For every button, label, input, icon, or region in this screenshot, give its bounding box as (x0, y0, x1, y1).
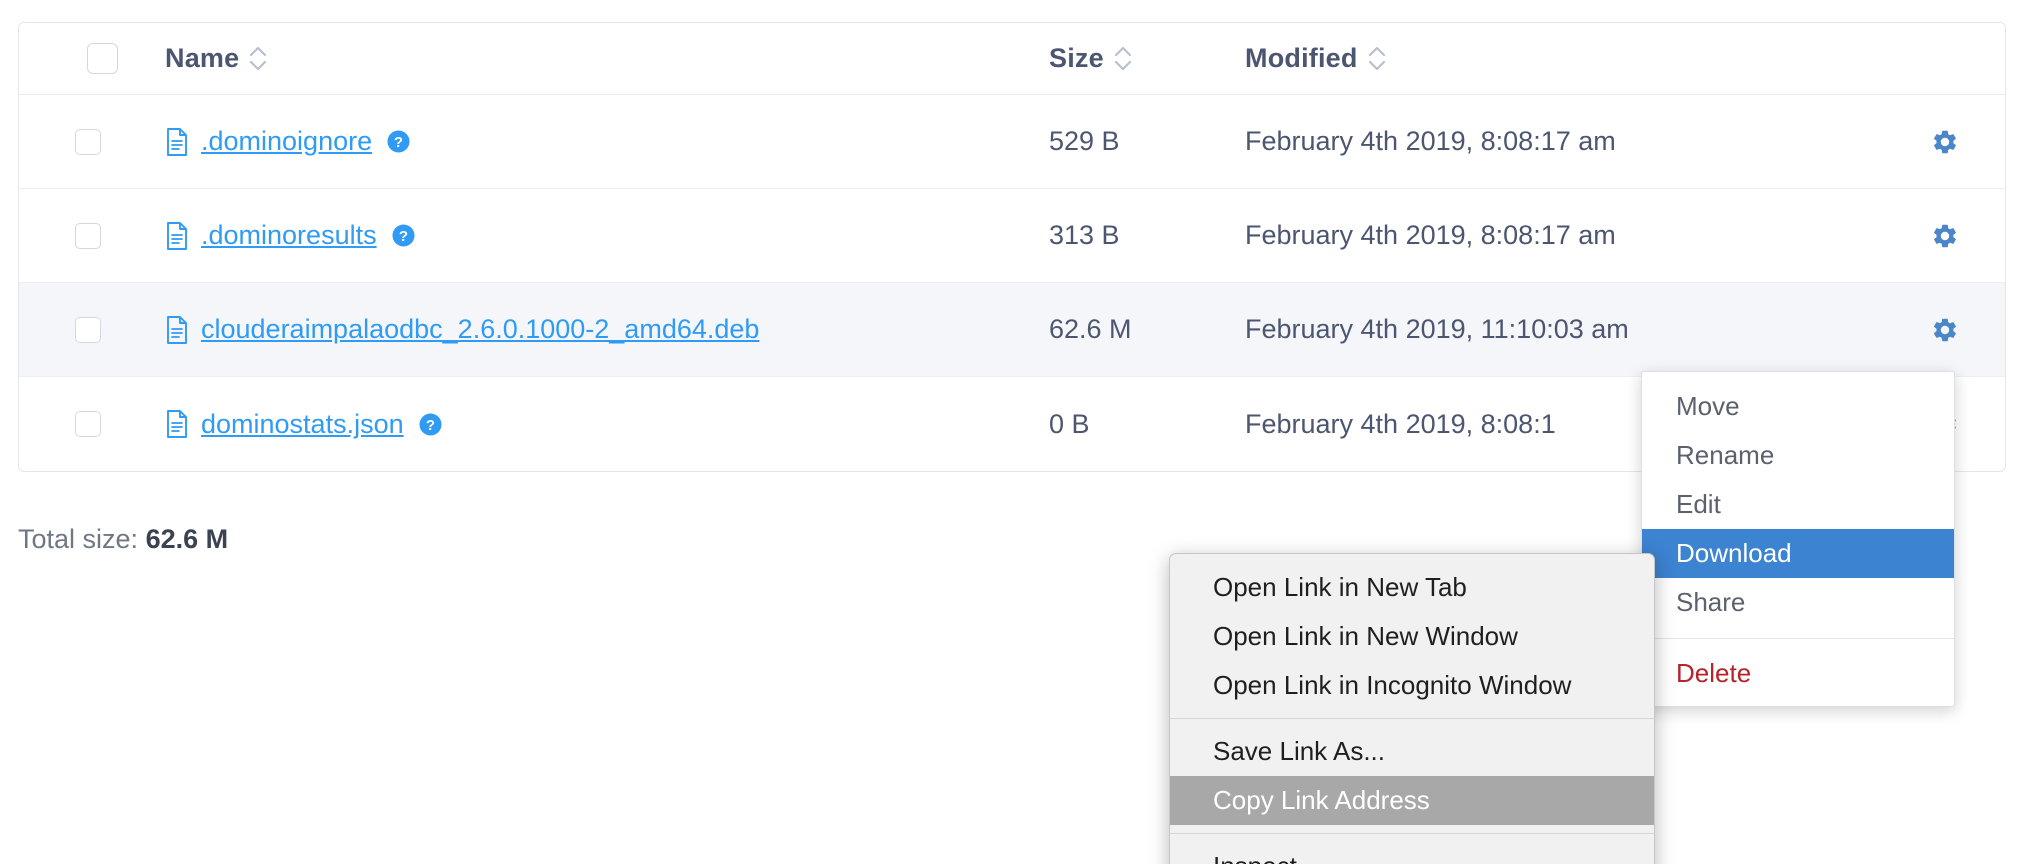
sort-chevrons-icon[interactable] (249, 46, 267, 71)
file-modified-value: February 4th 2019, 8:08:17 am (1245, 126, 1616, 156)
total-size: Total size: 62.6 M (18, 524, 228, 555)
file-name-cell: .dominoresults ? (165, 220, 1049, 251)
file-size-cell: 529 B (1049, 126, 1245, 157)
row-actions-cell (1885, 316, 2005, 344)
file-size-cell: 62.6 M (1049, 314, 1245, 345)
file-document-icon (165, 410, 189, 438)
menu-item-open-link-incognito-window[interactable]: Open Link in Incognito Window (1170, 661, 1654, 710)
row-actions-cell (1885, 128, 2005, 156)
file-name-cell: dominostats.json ? (165, 409, 1049, 440)
file-document-icon (165, 221, 189, 250)
total-size-label: Total size: (18, 524, 146, 554)
row-checkbox[interactable] (75, 316, 101, 343)
column-header-modified-label: Modified (1245, 43, 1358, 73)
file-name-label: .dominoignore (201, 126, 373, 156)
row-checkbox[interactable] (75, 128, 101, 155)
gear-icon[interactable] (1931, 316, 1959, 344)
menu-item-copy-link-address[interactable]: Copy Link Address (1170, 776, 1654, 825)
table-row[interactable]: .dominoignore ? 529 B February 4th 2019,… (19, 95, 2005, 189)
sort-chevrons-icon[interactable] (1114, 46, 1132, 71)
column-header-modified[interactable]: Modified (1245, 43, 1885, 74)
total-size-value: 62.6 M (145, 524, 229, 554)
file-modified-cell: February 4th 2019, 11:10:03 am (1245, 314, 1885, 345)
file-size-value: 62.6 M (1049, 314, 1132, 344)
file-name-label: .dominoresults (201, 220, 377, 250)
gear-icon[interactable] (1931, 128, 1959, 156)
column-header-size-label: Size (1049, 43, 1104, 73)
select-all-checkbox[interactable] (87, 43, 118, 74)
menu-item-open-link-new-window[interactable]: Open Link in New Window (1170, 612, 1654, 661)
row-select-cell (19, 316, 165, 343)
file-modified-cell: February 4th 2019, 8:08:17 am (1245, 220, 1885, 251)
file-modified-value: February 4th 2019, 8:08:1 (1245, 408, 1556, 439)
menu-separator (1170, 718, 1654, 719)
row-checkbox[interactable] (75, 222, 101, 249)
column-header-size[interactable]: Size (1049, 43, 1245, 74)
file-link[interactable]: .dominoresults ? (165, 220, 415, 251)
select-all-cell (19, 43, 165, 74)
file-name-label: dominostats.json (201, 408, 404, 439)
table-row[interactable]: .dominoresults ? 313 B February 4th 2019… (19, 189, 2005, 283)
file-size-value: 0 B (1049, 408, 1090, 439)
file-size-value: 529 B (1049, 126, 1120, 156)
help-circle-icon[interactable]: ? (392, 224, 415, 247)
gear-icon[interactable] (1931, 222, 1959, 250)
help-circle-icon[interactable]: ? (419, 413, 442, 436)
menu-separator (1170, 833, 1654, 834)
file-name-label: clouderaimpalaodbc_2.6.0.1000-2_amd64.de… (201, 314, 760, 344)
file-link[interactable]: dominostats.json ? (165, 409, 442, 440)
row-select-cell (19, 411, 165, 437)
file-actions-context-menu: Move Rename Edit Download Share Delete (1641, 371, 1955, 707)
column-header-name[interactable]: Name (165, 43, 1049, 74)
table-header-row: Name Size Modified (19, 23, 2005, 95)
row-actions-cell (1885, 222, 2005, 250)
menu-item-download[interactable]: Download (1642, 529, 1954, 578)
file-link[interactable]: clouderaimpalaodbc_2.6.0.1000-2_amd64.de… (165, 314, 759, 345)
file-modified-value: February 4th 2019, 8:08:17 am (1245, 220, 1616, 250)
menu-item-share[interactable]: Share (1642, 578, 1954, 627)
menu-item-delete[interactable]: Delete (1642, 649, 1954, 698)
file-size-cell: 0 B (1049, 409, 1245, 440)
menu-item-save-link-as[interactable]: Save Link As... (1170, 727, 1654, 776)
svg-text:?: ? (426, 417, 435, 434)
file-browser-page: Name Size Modified .dominoignore ? 529 B… (0, 0, 2018, 864)
file-document-icon (165, 127, 189, 156)
file-name-cell: .dominoignore ? (165, 126, 1049, 157)
help-circle-icon[interactable]: ? (387, 130, 410, 153)
row-checkbox[interactable] (75, 411, 101, 437)
file-size-value: 313 B (1049, 220, 1120, 250)
menu-item-move[interactable]: Move (1642, 382, 1954, 431)
menu-item-edit[interactable]: Edit (1642, 480, 1954, 529)
table-row[interactable]: clouderaimpalaodbc_2.6.0.1000-2_amd64.de… (19, 283, 2005, 377)
row-select-cell (19, 128, 165, 155)
file-name-cell: clouderaimpalaodbc_2.6.0.1000-2_amd64.de… (165, 314, 1049, 345)
row-select-cell (19, 222, 165, 249)
file-modified-value: February 4th 2019, 11:10:03 am (1245, 314, 1629, 344)
sort-chevrons-icon[interactable] (1368, 46, 1386, 71)
menu-item-rename[interactable]: Rename (1642, 431, 1954, 480)
menu-item-inspect[interactable]: Inspect (1170, 842, 1654, 864)
file-document-icon (165, 315, 189, 344)
file-modified-cell: February 4th 2019, 8:08:17 am (1245, 126, 1885, 157)
menu-separator (1642, 638, 1954, 639)
menu-item-open-link-new-tab[interactable]: Open Link in New Tab (1170, 563, 1654, 612)
file-size-cell: 313 B (1049, 220, 1245, 251)
file-link[interactable]: .dominoignore ? (165, 126, 410, 157)
svg-text:?: ? (394, 134, 403, 151)
column-header-name-label: Name (165, 43, 240, 73)
browser-context-menu: Open Link in New Tab Open Link in New Wi… (1169, 553, 1655, 864)
svg-text:?: ? (399, 228, 408, 245)
